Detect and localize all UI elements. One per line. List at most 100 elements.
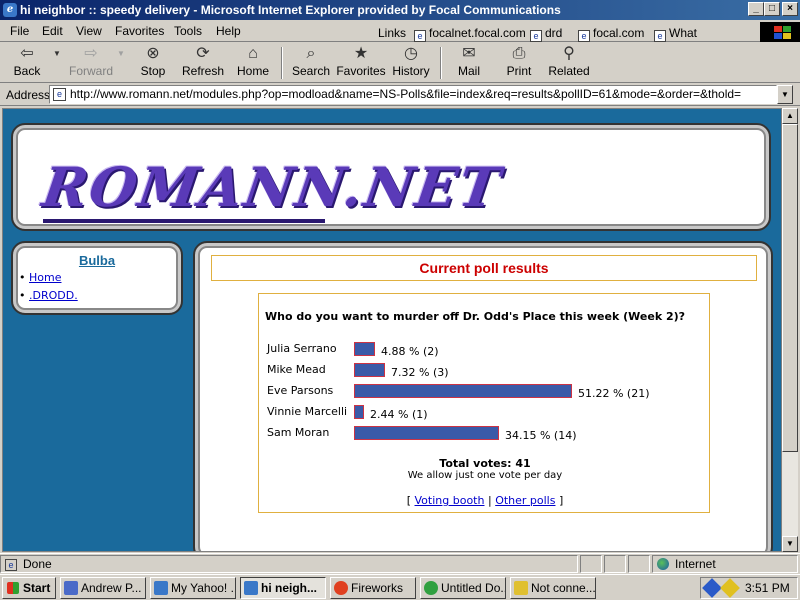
page-icon: e <box>530 30 542 42</box>
menu-file[interactable]: File <box>10 24 29 38</box>
address-label: Address <box>6 88 51 102</box>
menu-tools[interactable]: Tools <box>174 24 202 38</box>
home-button[interactable]: ⌂ Home <box>234 45 272 78</box>
dropdown-arrow-icon: ▼ <box>53 49 61 58</box>
scroll-thumb[interactable] <box>782 124 798 452</box>
menu-view[interactable]: View <box>76 24 102 38</box>
status-text: Done <box>23 557 52 571</box>
app-icon <box>64 581 78 595</box>
site-header-panel: ROMANN.NET <box>11 123 771 231</box>
logo-underline <box>43 219 325 223</box>
link-what[interactable]: e What <box>654 26 697 42</box>
favorites-button[interactable]: ★ Favorites <box>336 45 386 78</box>
mail-button[interactable]: ✉ Mail <box>452 45 486 78</box>
total-votes: Total votes: 41 <box>439 457 531 470</box>
address-input[interactable]: e http://www.romann.net/modules.php?op=m… <box>49 85 777 104</box>
ie-icon <box>154 581 168 595</box>
task-andrew[interactable]: Andrew P... <box>60 577 146 599</box>
mail-icon: ✉ <box>462 45 476 62</box>
scroll-down-button[interactable]: ▼ <box>782 536 798 552</box>
minimize-button[interactable]: _ <box>748 2 764 16</box>
messenger-icon <box>514 581 528 595</box>
option-bar <box>354 384 572 398</box>
close-button[interactable]: × <box>782 2 798 16</box>
page-icon: e <box>414 30 426 42</box>
search-button[interactable]: ⌕ Search <box>290 45 332 78</box>
voting-booth-link[interactable]: Voting booth <box>415 494 485 507</box>
task-hi-neighbor[interactable]: hi neigh... <box>240 577 326 599</box>
option-name: Julia Serrano <box>267 342 337 355</box>
refresh-icon: ⟳ <box>196 45 210 62</box>
vertical-scrollbar[interactable]: ▲ ▼ <box>782 108 798 552</box>
maximize-button[interactable]: □ <box>764 2 780 16</box>
logo-text: ROMANN.NET <box>38 155 506 219</box>
option-name: Eve Parsons <box>267 384 334 397</box>
home-icon: ⌂ <box>248 45 258 62</box>
history-button[interactable]: ◷ History <box>390 45 432 78</box>
network-icon[interactable] <box>702 578 722 598</box>
toolbar-separator <box>440 47 442 79</box>
option-percent: 4.88 % (2) <box>381 345 439 358</box>
tray-app-icon[interactable] <box>720 578 740 598</box>
ie-icon: e <box>3 3 17 17</box>
sidebar-panel: Bulba Home .DRODD. <box>11 241 183 315</box>
task-my-yahoo[interactable]: My Yahoo! ... <box>150 577 236 599</box>
title-bar[interactable]: e hi neighbor :: speedy delivery - Micro… <box>0 0 800 20</box>
zone-cell: Internet <box>652 555 798 573</box>
clock[interactable]: 3:51 PM <box>745 578 790 598</box>
windows-flag-icon <box>7 582 19 594</box>
print-button[interactable]: ⎙ Print <box>502 45 536 78</box>
option-name: Vinnie Marcelli <box>267 405 348 418</box>
menu-favorites[interactable]: Favorites <box>115 24 164 38</box>
other-polls-link[interactable]: Other polls <box>495 494 555 507</box>
option-bar <box>354 363 385 377</box>
option-bar <box>354 426 499 440</box>
poll-option-row: Vinnie Marcelli 2.44 % (1) <box>267 405 707 423</box>
task-fireworks[interactable]: Fireworks <box>330 577 416 599</box>
link-focalnet[interactable]: e focalnet.focal.com <box>414 26 526 42</box>
printer-icon: ⎙ <box>512 45 526 62</box>
menu-edit[interactable]: Edit <box>42 24 63 38</box>
system-tray: 3:51 PM <box>700 577 798 599</box>
dreamweaver-icon <box>424 581 438 595</box>
poll-results-box: Who do you want to murder off Dr. Odd's … <box>258 293 710 513</box>
option-percent: 51.22 % (21) <box>578 387 650 400</box>
poll-links: [ Voting booth | Other polls ] <box>259 494 711 507</box>
forward-dropdown[interactable]: ▼ <box>116 45 126 64</box>
status-cell <box>580 555 602 573</box>
back-dropdown[interactable]: ▼ <box>52 45 62 64</box>
bracket-open: [ <box>406 494 412 507</box>
option-percent: 34.15 % (14) <box>505 429 577 442</box>
link-focal[interactable]: e focal.com <box>578 26 644 42</box>
scroll-up-button[interactable]: ▲ <box>782 108 798 124</box>
start-button[interactable]: Start <box>2 577 56 599</box>
link-divider: | <box>487 494 492 507</box>
search-icon: ⌕ <box>306 45 316 62</box>
stop-button[interactable]: ⊗ Stop <box>136 45 170 78</box>
related-button[interactable]: ⚲ Related <box>546 45 592 78</box>
history-icon: ◷ <box>404 45 418 62</box>
task-untitled-doc[interactable]: Untitled Do... <box>420 577 506 599</box>
sidebar-title[interactable]: Bulba <box>13 253 181 268</box>
sidebar-item-drodd[interactable]: .DRODD. <box>19 289 78 302</box>
back-button[interactable]: ⇦ Back <box>10 45 44 78</box>
sidebar-item-home[interactable]: Home <box>19 271 62 284</box>
site-logo[interactable]: ROMANN.NET <box>39 155 506 227</box>
option-percent: 2.44 % (1) <box>370 408 428 421</box>
related-icon: ⚲ <box>563 45 575 62</box>
browser-window: e hi neighbor :: speedy delivery - Micro… <box>0 0 800 600</box>
menu-help[interactable]: Help <box>216 24 241 38</box>
link-drd[interactable]: e drd <box>530 26 562 42</box>
vote-note: We allow just one vote per day <box>407 470 563 481</box>
status-bar: e Done Internet <box>0 553 800 573</box>
forward-button[interactable]: ⇨ Forward <box>68 45 114 78</box>
address-dropdown-button[interactable]: ▼ <box>777 85 793 104</box>
window-title: hi neighbor :: speedy delivery - Microso… <box>20 3 561 17</box>
zone-text: Internet <box>675 557 716 571</box>
web-page: ROMANN.NET Bulba Home .DRODD. Current po… <box>3 109 781 551</box>
taskbar: Start Andrew P... My Yahoo! ... hi neigh… <box>0 574 800 600</box>
refresh-button[interactable]: ⟳ Refresh <box>180 45 226 78</box>
poll-panel: Current poll results Who do you want to … <box>193 241 773 551</box>
page-icon: e <box>53 88 66 101</box>
task-not-connected[interactable]: Not conne... <box>510 577 596 599</box>
